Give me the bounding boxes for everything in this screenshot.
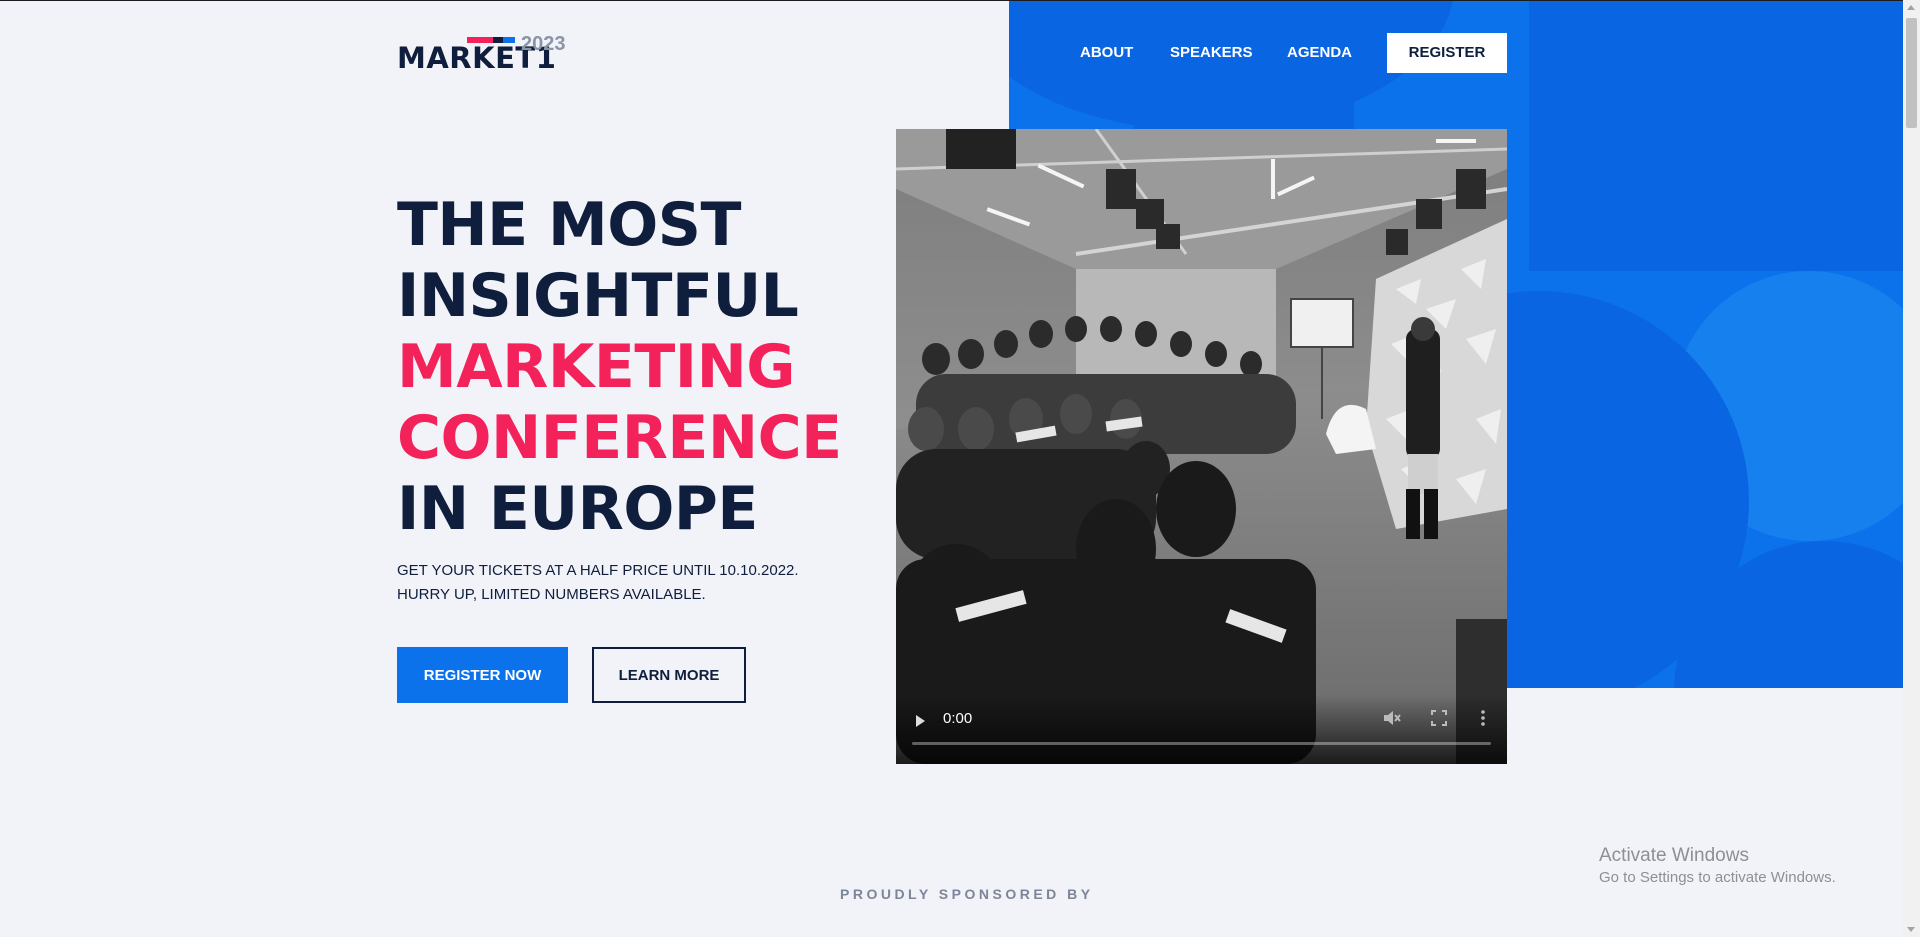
hero-subtitle: GET YOUR TICKETS AT A HALF PRICE UNTIL 1… [397,559,799,607]
hero-title-highlight: CONFERENCE [397,403,842,473]
play-icon[interactable] [916,715,925,727]
nav-item-agenda[interactable]: AGENDA [1287,33,1352,73]
windows-activation-watermark: Activate Windows Go to Settings to activ… [1599,844,1836,888]
video-frame-image [896,129,1507,764]
conference-video[interactable]: 0:00 [896,129,1507,764]
video-time: 0:00 [943,710,973,727]
page-scrollbar[interactable] [1903,0,1920,937]
video-progress-bar[interactable] [912,742,1491,745]
hero-title: THE MOST INSIGHTFUL MARKETING CONFERENCE… [397,190,842,545]
watermark-title: Activate Windows [1599,845,1749,866]
fullscreen-icon[interactable] [1431,710,1447,730]
register-now-button[interactable]: REGISTER NOW [397,647,568,703]
watermark-subtitle: Go to Settings to activate Windows. [1599,869,1836,886]
hero-title-line: IN EUROPE [397,474,758,544]
nav-item-speakers[interactable]: SPEAKERS [1170,33,1253,73]
backdrop-shape [1529,1,1903,271]
hero-title-line: THE MOST [397,190,741,260]
logo[interactable]: MARKET1 2023 [397,34,577,78]
video-controls: 0:00 [896,694,1507,764]
scroll-up-arrow-icon[interactable] [1907,5,1915,10]
hero-title-highlight: MARKETING [397,332,796,402]
learn-more-button[interactable]: LEARN MORE [592,647,746,703]
nav-register-button[interactable]: REGISTER [1387,33,1507,73]
scroll-down-arrow-icon[interactable] [1907,927,1915,932]
nav-item-about[interactable]: ABOUT [1080,33,1133,73]
hero-subtitle-line: GET YOUR TICKETS AT A HALF PRICE UNTIL 1… [397,562,799,579]
hero-subtitle-line: HURRY UP, LIMITED NUMBERS AVAILABLE. [397,586,706,603]
more-icon[interactable] [1480,710,1486,730]
hero-title-line: INSIGHTFUL [397,261,799,331]
scrollbar-thumb[interactable] [1906,18,1917,128]
sponsors-heading: PROUDLY SPONSORED BY [840,886,1094,902]
logo-year: 2023 [521,33,566,55]
mute-icon[interactable] [1383,710,1401,730]
